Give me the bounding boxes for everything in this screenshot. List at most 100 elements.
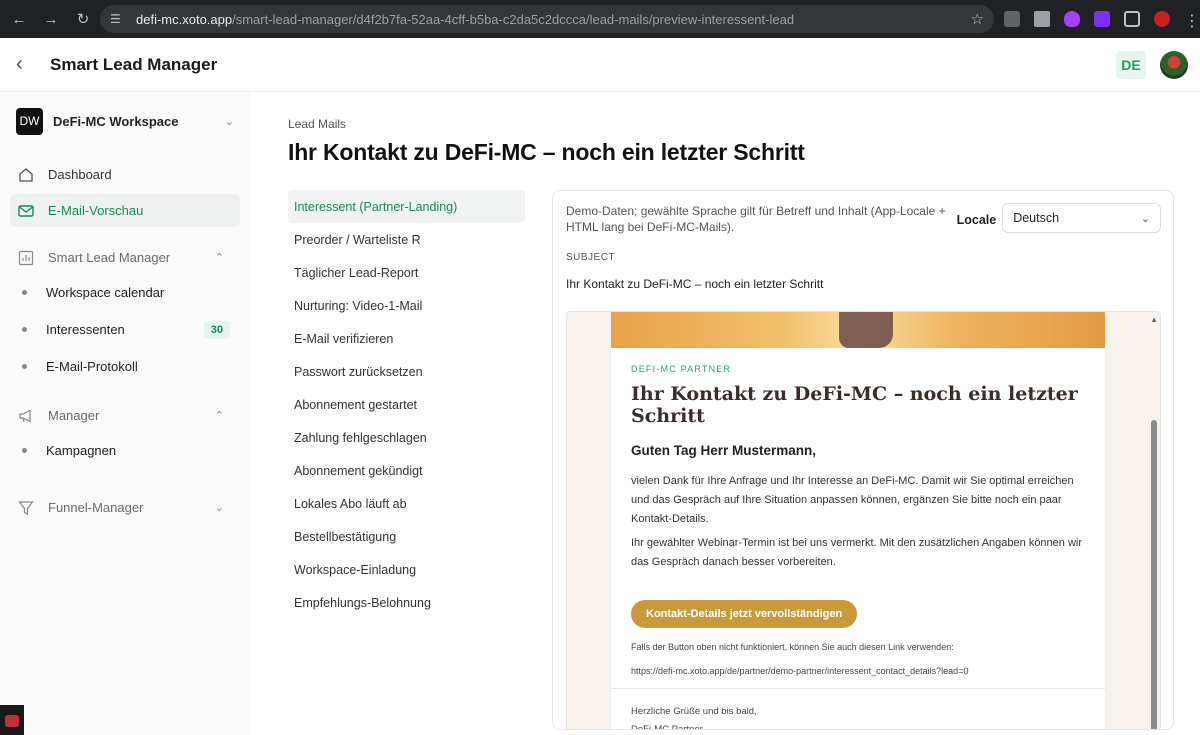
sidebar-group-smart-lead-manager[interactable]: Smart Lead Manager ⌃: [10, 241, 240, 274]
template-item[interactable]: Passwort zurücksetzen: [288, 355, 525, 388]
browser-menu-icon[interactable]: ⋮: [1184, 11, 1200, 30]
sidebar-item-dashboard[interactable]: Dashboard: [10, 158, 240, 191]
complete-details-button[interactable]: Kontakt-Details jetzt vervollständigen: [631, 600, 858, 628]
extension-drop-icon[interactable]: [1064, 11, 1080, 27]
app-header: ‹ Smart Lead Manager DE: [0, 38, 1200, 92]
sidebar-group-label: Manager: [48, 408, 100, 423]
divider: [611, 688, 1105, 689]
app-title: Smart Lead Manager: [50, 54, 218, 74]
template-item[interactable]: Empfehlungs-Belohnung: [288, 586, 525, 619]
template-item[interactable]: Interessent (Partner-Landing): [288, 190, 525, 223]
sidebar-item-label: Interessenten: [46, 322, 125, 337]
sidebar-item-label: Dashboard: [48, 167, 112, 182]
sidebar-item-label: Workspace calendar: [46, 285, 165, 300]
chevron-down-icon: ⌄: [214, 502, 224, 514]
template-item[interactable]: Nurturing: Video-1-Mail: [288, 289, 525, 322]
fallback-text: Falls der Button oben nicht funktioniert…: [631, 642, 954, 652]
back-arrow-icon[interactable]: ←: [10, 11, 28, 28]
demo-note: Demo-Daten; gewählte Sprache gilt für Be…: [566, 204, 946, 234]
sidebar-group-manager[interactable]: Manager ⌃: [10, 399, 240, 432]
template-item[interactable]: E-Mail verifizieren: [288, 322, 525, 355]
fallback-link[interactable]: https://defi-mc.xoto.app/de/partner/demo…: [631, 666, 1085, 676]
breadcrumb[interactable]: Lead Mails: [288, 117, 1175, 131]
sidebar-item-label: E-Mail-Vorschau: [48, 203, 144, 218]
template-item[interactable]: Bestellbestätigung: [288, 520, 525, 553]
chart-icon: [18, 250, 38, 266]
signoff-line: Herzliche Grüße und bis bald,: [631, 706, 757, 717]
email-document: DEFI-MC PARTNER Ihr Kontakt zu DeFi-MC –…: [610, 312, 1106, 730]
language-switch[interactable]: DE: [1116, 50, 1146, 79]
template-item[interactable]: Zahlung fehlgeschlagen: [288, 421, 525, 454]
mail-icon: [18, 204, 38, 218]
email-preview-frame[interactable]: DEFI-MC PARTNER Ihr Kontakt zu DeFi-MC –…: [566, 311, 1161, 730]
signature-line: DeFi-MC Partner: [631, 724, 703, 730]
sidebar: DW DeFi-MC Workspace ⌄ Dashboard E-Mail-…: [0, 92, 250, 735]
sidebar-item-email-preview[interactable]: E-Mail-Vorschau: [10, 194, 240, 227]
bookmark-star-icon[interactable]: ☆: [971, 10, 984, 28]
count-badge: 30: [203, 320, 230, 339]
sidebar-item-kampagnen[interactable]: Kampagnen: [10, 432, 240, 469]
bullet-icon: [22, 290, 27, 295]
reload-icon[interactable]: ↻: [74, 10, 92, 28]
workspace-name: DeFi-MC Workspace: [53, 113, 179, 129]
locale-value: Deutsch: [1013, 211, 1060, 225]
scroll-up-icon[interactable]: ▲: [1150, 315, 1158, 324]
email-title: Ihr Kontakt zu DeFi-MC – noch ein letzte…: [631, 383, 1078, 427]
bullet-icon: [22, 448, 27, 453]
chevron-down-icon: ⌄: [1140, 212, 1150, 225]
url-path: /smart-lead-manager/d4f2b7fa-52aa-4cff-b…: [232, 11, 795, 27]
workspace-logo: DW: [16, 107, 43, 135]
template-item[interactable]: Lokales Abo läuft ab: [288, 487, 525, 520]
bullet-icon: [22, 364, 27, 369]
scrollbar-thumb[interactable]: [1151, 420, 1157, 729]
user-avatar[interactable]: [1160, 50, 1188, 79]
sidebar-group-label: Smart Lead Manager: [48, 250, 171, 265]
forward-arrow-icon[interactable]: →: [42, 11, 60, 28]
email-eyebrow: DEFI-MC PARTNER: [631, 364, 732, 374]
megaphone-icon: [18, 408, 38, 424]
home-icon: [18, 167, 38, 183]
url-host: defi-mc.xoto.app: [136, 11, 233, 27]
back-chevron-icon[interactable]: ‹: [16, 53, 50, 76]
site-info-icon[interactable]: ☰: [110, 12, 126, 26]
funnel-icon: [18, 500, 38, 516]
email-paragraph: Ihr gewählter Webinar-Termin ist bei uns…: [631, 537, 1083, 568]
extensions-puzzle-icon[interactable]: [1124, 11, 1140, 27]
template-list: Interessent (Partner-Landing) Preorder /…: [288, 190, 525, 730]
preview-panel: Demo-Daten; gewählte Sprache gilt für Be…: [552, 190, 1174, 730]
sidebar-item-interessenten[interactable]: Interessenten 30: [10, 311, 240, 348]
hero-image: [611, 312, 1105, 348]
locale-label: Locale: [956, 213, 997, 227]
template-item[interactable]: Täglicher Lead-Report: [288, 256, 525, 289]
profile-icon[interactable]: [1154, 11, 1170, 27]
chevron-down-icon: ⌄: [224, 115, 234, 128]
template-item[interactable]: Abonnement gekündigt: [288, 454, 525, 487]
chevron-up-icon: ⌃: [214, 252, 224, 264]
extension-purple-icon[interactable]: [1094, 11, 1110, 27]
chevron-up-icon: ⌃: [214, 410, 224, 422]
locale-select[interactable]: Deutsch ⌄: [1002, 203, 1161, 233]
workspace-switcher[interactable]: DW DeFi-MC Workspace ⌄: [10, 106, 240, 136]
extension-cube-icon[interactable]: [1034, 11, 1050, 27]
template-item[interactable]: Workspace-Einladung: [288, 553, 525, 586]
sidebar-group-funnel-manager[interactable]: Funnel-Manager ⌄: [10, 491, 240, 524]
heart-icon: [5, 715, 19, 727]
email-signoff: Herzliche Grüße und bis bald, DeFi-MC Pa…: [631, 703, 1085, 730]
email-paragraph: vielen Dank für Ihre Anfrage und Ihr Int…: [631, 475, 1074, 525]
page-title: Ihr Kontakt zu DeFi-MC – noch ein letzte…: [288, 139, 805, 165]
main-content: Lead Mails Ihr Kontakt zu DeFi-MC – noch…: [250, 92, 1200, 735]
bullet-icon: [22, 327, 27, 332]
template-item[interactable]: Preorder / Warteliste R: [288, 223, 525, 256]
subject-text: Ihr Kontakt zu DeFi-MC – noch ein letzte…: [566, 277, 824, 291]
template-item[interactable]: Abonnement gestartet: [288, 388, 525, 421]
sidebar-item-label: E-Mail-Protokoll: [46, 359, 138, 374]
corner-widget[interactable]: [0, 705, 24, 735]
sidebar-item-workspace-calendar[interactable]: Workspace calendar: [10, 274, 240, 311]
extension-c-icon[interactable]: [1004, 11, 1020, 27]
browser-toolbar: ← → ↻ ☰ defi-mc.xoto.app/smart-lead-mana…: [0, 0, 1200, 38]
subject-label: SUBJECT: [566, 252, 616, 263]
sidebar-item-email-protokoll[interactable]: E-Mail-Protokoll: [10, 348, 240, 385]
sidebar-item-label: Kampagnen: [46, 443, 117, 458]
address-bar[interactable]: ☰ defi-mc.xoto.app/smart-lead-manager/d4…: [100, 5, 994, 33]
sidebar-group-label: Funnel-Manager: [48, 500, 144, 515]
